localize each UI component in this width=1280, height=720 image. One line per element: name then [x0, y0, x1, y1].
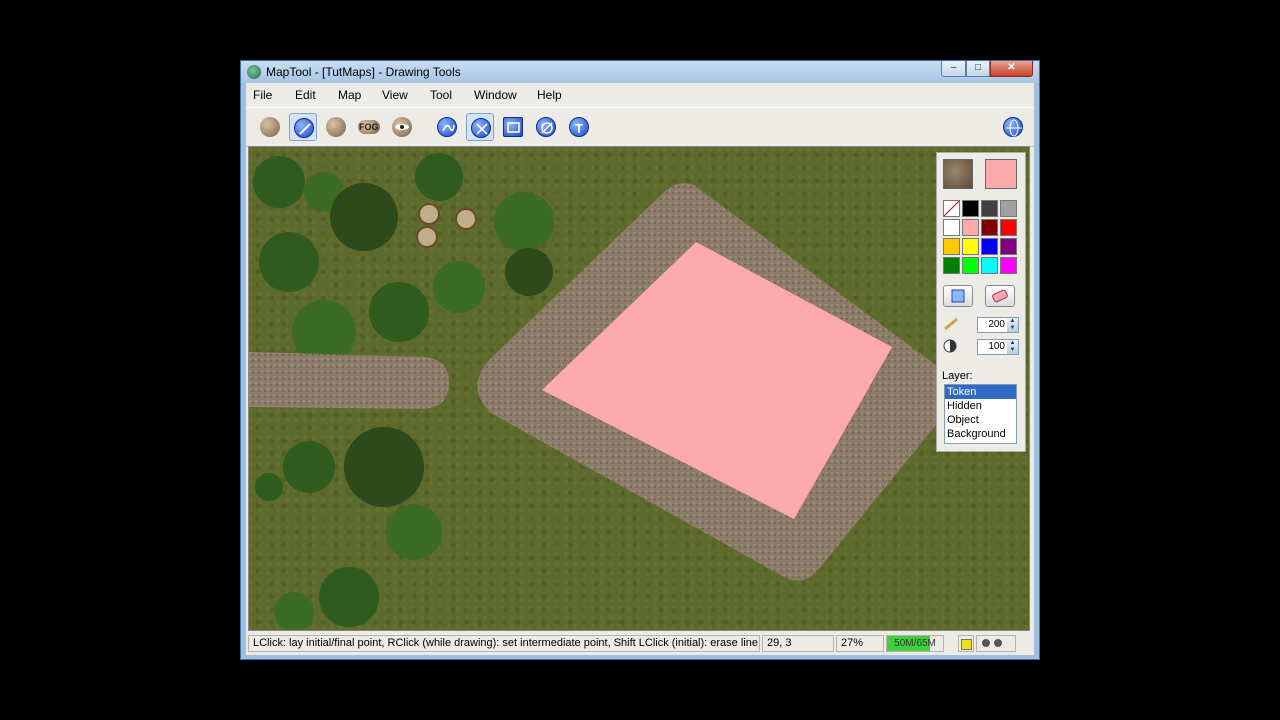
freehand-icon	[437, 117, 457, 137]
swatch-yellow[interactable]	[962, 238, 979, 255]
connections-button[interactable]	[999, 113, 1027, 141]
spinner-arrows-icon[interactable]: ▲ ▼	[1007, 340, 1018, 354]
connection-indicators	[976, 635, 1016, 652]
swatch-black[interactable]	[962, 200, 979, 217]
swatch-gray[interactable]	[1000, 200, 1017, 217]
swatch-green[interactable]	[943, 257, 960, 274]
foreground-swatch[interactable]	[943, 159, 973, 189]
layer-item-token[interactable]: Token	[945, 385, 1016, 399]
swatch-none[interactable]	[943, 200, 960, 217]
globe-icon	[1003, 117, 1023, 137]
vision-tool-button[interactable]	[388, 113, 416, 141]
layer-item-object[interactable]: Object	[945, 413, 1016, 427]
layer-label: Layer:	[942, 370, 973, 382]
status-hint: LClick: lay initial/final point, RClick …	[248, 635, 760, 652]
maptool-window: MapTool - [TutMaps] - Drawing Tools – □ …	[240, 60, 1040, 660]
eraser-button[interactable]	[985, 285, 1015, 307]
minimize-button[interactable]: –	[941, 61, 966, 77]
connection-led-icon	[982, 639, 990, 647]
freehand-tool-button[interactable]	[433, 113, 461, 141]
eraser-icon	[992, 289, 1008, 303]
text-icon: T	[569, 117, 589, 137]
pointer-icon	[260, 117, 280, 137]
menu-bar: File Edit Map View Tool Window Help	[246, 83, 1034, 107]
oval-tool-button[interactable]	[532, 113, 560, 141]
eye-icon	[392, 117, 412, 137]
menu-file[interactable]: File	[253, 88, 272, 102]
menu-view[interactable]: View	[382, 88, 408, 102]
pointer-tool-button[interactable]	[256, 113, 284, 141]
template-icon	[326, 117, 346, 137]
fog-tool-button[interactable]: FOG	[355, 113, 383, 141]
background-swatch[interactable]	[985, 159, 1017, 189]
pen-width-icon	[944, 317, 958, 331]
line-tool-button[interactable]	[466, 113, 494, 141]
activity-indicator	[958, 635, 974, 652]
close-button[interactable]: ✕	[990, 61, 1033, 77]
swatch-magenta[interactable]	[1000, 257, 1017, 274]
status-zoom: 27%	[836, 635, 884, 652]
opacity-spinner[interactable]: 100 ▲ ▼	[977, 339, 1019, 355]
token-group	[416, 203, 477, 248]
menu-map[interactable]: Map	[338, 88, 361, 102]
menu-tool[interactable]: Tool	[430, 88, 452, 102]
drawing-tool-button[interactable]	[289, 113, 317, 141]
maximize-button[interactable]: □	[966, 61, 990, 77]
menu-window[interactable]: Window	[474, 88, 517, 102]
text-tool-button[interactable]: T	[565, 113, 593, 141]
swatch-dark-gray[interactable]	[981, 200, 998, 217]
opacity-value: 100	[988, 341, 1005, 352]
title-bar[interactable]: MapTool - [TutMaps] - Drawing Tools – □ …	[241, 61, 1039, 83]
swatch-maroon[interactable]	[981, 219, 998, 236]
pen-width-spinner[interactable]: 200 ▲ ▼	[977, 317, 1019, 333]
swatch-lime[interactable]	[962, 257, 979, 274]
window-title: MapTool - [TutMaps] - Drawing Tools	[266, 65, 461, 79]
memory-indicator[interactable]: 50M/65M	[886, 635, 944, 652]
drawing-palette: 200 ▲ ▼ 100 ▲ ▼ Layer: Token Hidden Object B…	[936, 152, 1026, 452]
swatch-purple[interactable]	[1000, 238, 1017, 255]
road-left	[249, 352, 449, 409]
swatch-blue[interactable]	[981, 238, 998, 255]
map-drawing	[249, 153, 957, 630]
template-tool-button[interactable]	[322, 113, 350, 141]
rectangle-tool-button[interactable]	[499, 113, 527, 141]
swatch-pink[interactable]	[962, 219, 979, 236]
layer-list[interactable]: Token Hidden Object Background	[944, 384, 1017, 444]
maptool-app-icon	[247, 65, 261, 79]
pen-width-value: 200	[988, 319, 1005, 330]
swatch-orange[interactable]	[943, 238, 960, 255]
layer-item-background[interactable]: Background	[945, 427, 1016, 441]
swatch-cyan[interactable]	[981, 257, 998, 274]
pen-icon	[294, 118, 314, 138]
menu-help[interactable]: Help	[537, 88, 562, 102]
oval-icon	[536, 117, 556, 137]
status-bar: LClick: lay initial/final point, RClick …	[246, 633, 1034, 653]
client-area: File Edit Map View Tool Window Help FOG …	[246, 83, 1034, 655]
opacity-icon	[943, 339, 957, 353]
line-icon	[471, 118, 491, 138]
connection-led-icon	[994, 639, 1002, 647]
fog-icon: FOG	[358, 120, 380, 134]
layer-item-hidden[interactable]: Hidden	[945, 399, 1016, 413]
square-select-icon	[951, 289, 965, 303]
swatch-red[interactable]	[1000, 219, 1017, 236]
memory-text: 50M/65M	[894, 638, 936, 649]
status-coordinates: 29, 3	[762, 635, 834, 652]
swatch-white[interactable]	[943, 219, 960, 236]
fill-mode-button[interactable]	[943, 285, 973, 307]
spinner-arrows-icon[interactable]: ▲ ▼	[1007, 318, 1018, 332]
activity-light-icon	[961, 639, 972, 650]
svg-text:T: T	[575, 121, 583, 136]
menu-edit[interactable]: Edit	[295, 88, 316, 102]
rectangle-icon	[503, 117, 523, 137]
toolbar: FOG T	[246, 107, 1034, 147]
map-canvas[interactable]: 200 ▲ ▼ 100 ▲ ▼ Layer: Token Hidden Object B…	[248, 146, 1030, 631]
